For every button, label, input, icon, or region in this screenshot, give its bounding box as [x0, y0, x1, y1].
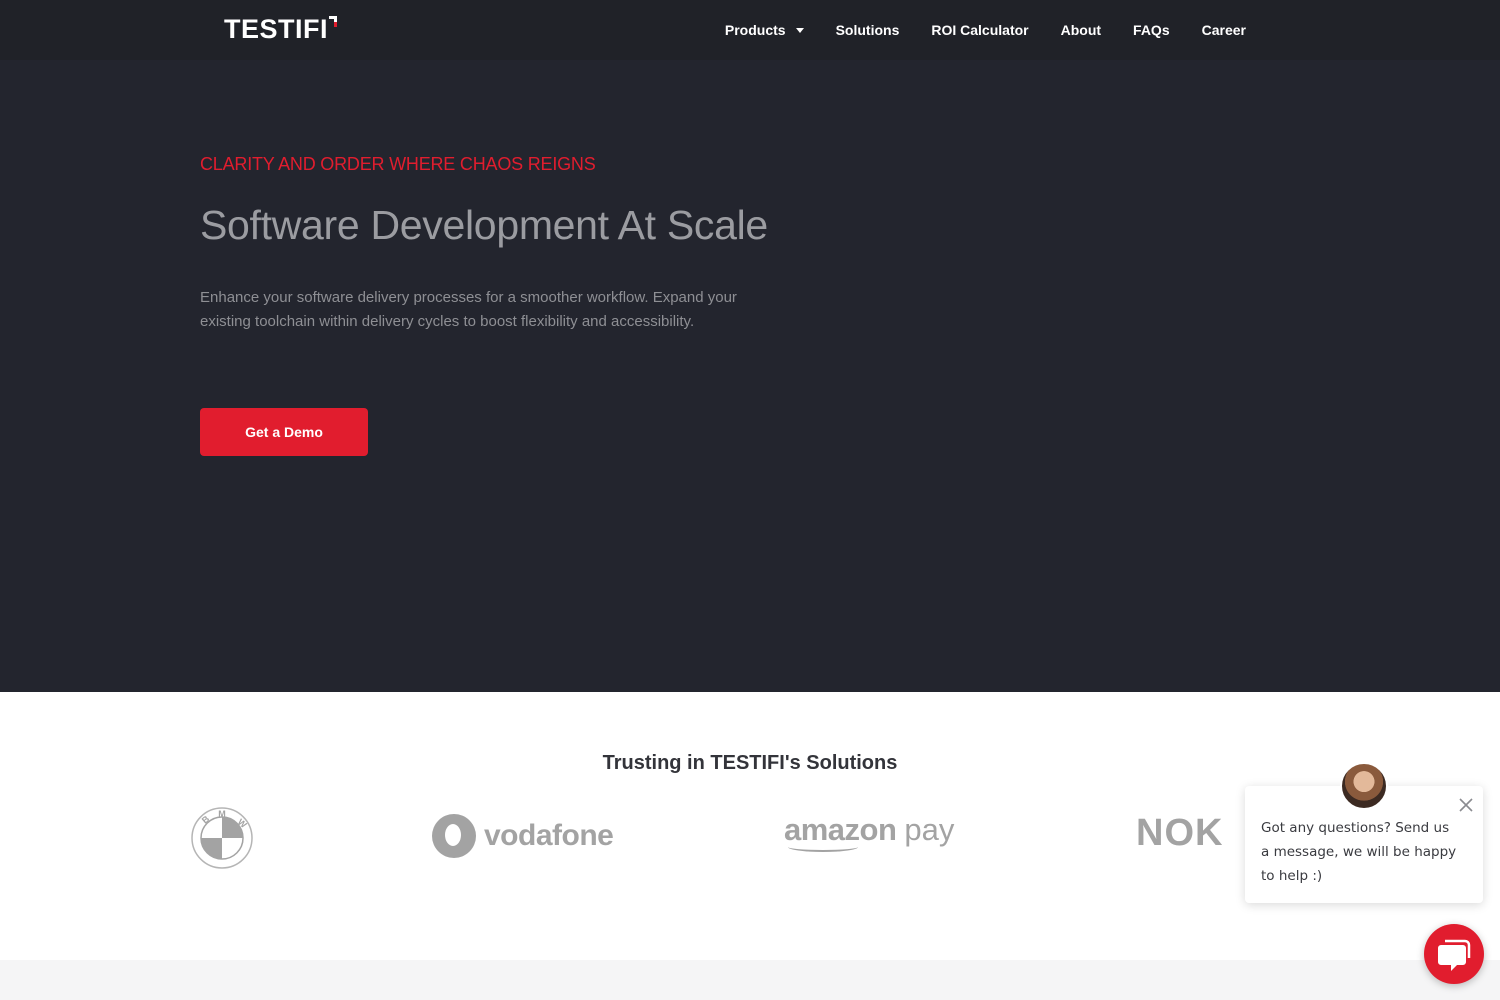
nav-item-solutions[interactable]: Solutions	[836, 22, 900, 38]
vodafone-wordmark: vodafone	[484, 819, 614, 852]
amazon-wordmark: amazon	[784, 812, 897, 852]
nav-item-faqs[interactable]: FAQs	[1133, 22, 1170, 38]
nokia-logo: NOK	[1136, 812, 1223, 855]
chat-launcher-button[interactable]	[1424, 924, 1484, 984]
chat-bubble-icon	[1438, 939, 1471, 971]
nav-item-roi-calculator[interactable]: ROI Calculator	[931, 22, 1028, 38]
nav-item-label: Solutions	[835, 22, 900, 38]
close-icon[interactable]	[1457, 796, 1475, 814]
testifi-logo[interactable]: TESTIFI	[224, 14, 337, 48]
vodafone-speechmark-icon	[432, 814, 476, 858]
hero-description: Enhance your software delivery processes…	[200, 289, 737, 330]
logo-mark-icon	[329, 16, 337, 27]
main-nav: Products Solutions ROI Calculator About …	[725, 0, 1246, 60]
nav-item-products[interactable]: Products	[725, 22, 804, 38]
nav-item-career[interactable]: Career	[1202, 22, 1246, 38]
svg-text:M: M	[218, 809, 226, 819]
chat-message: Got any questions? Send us a message, we…	[1261, 820, 1457, 884]
nav-item-label: Career	[1201, 22, 1246, 38]
hero-section: CLARITY AND ORDER WHERE CHAOS REIGNS Sof…	[0, 60, 1500, 692]
nav-item-label: About	[1060, 22, 1102, 38]
nav-item-label: FAQs	[1133, 22, 1170, 38]
bmw-logo: M B W	[190, 806, 254, 870]
amazon-smile-icon	[788, 842, 858, 852]
nokia-wordmark: NOK	[1136, 812, 1224, 854]
vodafone-logo: vodafone	[432, 814, 614, 858]
support-agent-avatar	[1340, 762, 1388, 810]
get-demo-button[interactable]: Get a Demo	[200, 408, 368, 456]
hero-eyebrow: CLARITY AND ORDER WHERE CHAOS REIGNS	[200, 154, 596, 174]
hero-title: Software Development At Scale	[200, 202, 768, 248]
svg-text:B: B	[200, 813, 212, 825]
nav-item-about[interactable]: About	[1061, 22, 1101, 38]
top-navbar: TESTIFI Products Solutions ROI Calculato…	[0, 0, 1500, 60]
nav-item-label: ROI Calculator	[931, 22, 1029, 38]
logo-text: TESTIFI	[224, 14, 328, 44]
trust-title: Trusting in TESTIFI's Solutions	[602, 752, 898, 774]
nav-item-label: Products	[724, 22, 786, 38]
amazon-pay-logo: amazon pay	[784, 812, 955, 852]
chevron-down-icon	[795, 28, 804, 33]
pay-wordmark: pay	[904, 812, 955, 847]
bmw-roundel-icon: M B W	[191, 807, 253, 869]
next-section-band	[0, 960, 1500, 1000]
